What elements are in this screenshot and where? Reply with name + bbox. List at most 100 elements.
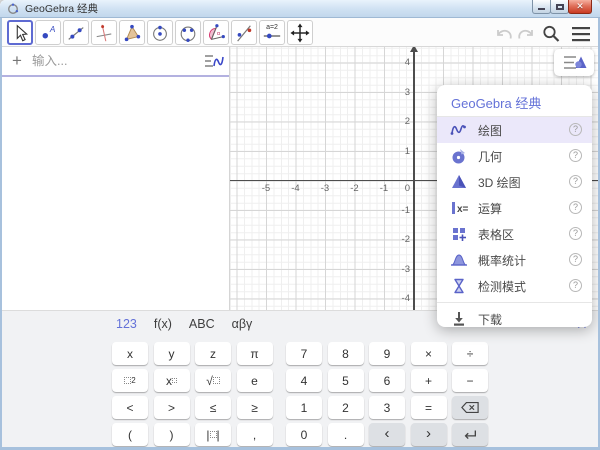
search-button[interactable] [540,25,562,43]
svg-text:α: α [217,30,220,36]
key-e[interactable]: e [237,369,273,392]
polygon-tool-button[interactable] [119,20,145,45]
point-icon: A [38,23,58,43]
title-bar[interactable]: GeoGebra 经典 ✕ [0,0,600,18]
key-7[interactable]: 7 [286,342,322,365]
x-tick-label: -5 [257,183,275,194]
line-tool-button[interactable] [63,20,89,45]
menu-item-graphing[interactable]: 绘图? [437,117,592,143]
slider-tool-button[interactable]: a=2 [259,20,285,45]
menu-item-geometry[interactable]: 几何? [437,143,592,169]
key-pow[interactable]: x [154,369,190,392]
add-input-button[interactable]: + [2,51,32,71]
key-plus[interactable]: + [411,369,447,392]
input-options-button[interactable] [199,53,229,69]
conic-points-icon [178,23,198,43]
key-6[interactable]: 6 [369,369,405,392]
keyboard-tab-abc[interactable]: ABC [189,317,215,331]
move-tool-button[interactable] [7,20,33,45]
help-icon[interactable]: ? [569,123,582,136]
help-icon[interactable]: ? [569,149,582,162]
key-sq[interactable]: 2 [112,369,148,392]
key-minus[interactable]: − [452,369,488,392]
help-icon[interactable]: ? [569,227,582,240]
key-sqrt[interactable]: √ [195,369,231,392]
key-eq[interactable]: = [411,396,447,419]
y-tick-label: 2 [390,116,410,127]
key-lparen[interactable]: ( [112,423,148,446]
menu-item-label: 运算 [478,200,502,217]
key-ge[interactable]: ≥ [237,396,273,419]
undo-icon [495,27,515,42]
minimize-button[interactable] [532,0,551,14]
key-backspace[interactable] [452,396,488,419]
graphing-icon [450,121,468,139]
redo-button[interactable] [514,25,536,43]
maximize-button[interactable] [550,0,569,14]
undo-button[interactable] [494,25,516,43]
key-comma[interactable]: , [237,423,273,446]
download-icon [450,310,468,328]
keyboard-tab-fx[interactable]: f(x) [154,317,172,331]
y-tick-label: -2 [390,234,410,245]
key-3[interactable]: 3 [369,396,405,419]
help-icon[interactable]: ? [569,279,582,292]
x-tick-label: -2 [346,183,364,194]
key-abs[interactable]: || [195,423,231,446]
help-icon[interactable]: ? [569,253,582,266]
close-button[interactable]: ✕ [568,0,592,14]
reflect-tool-button[interactable] [231,20,257,45]
key-lt[interactable]: < [112,396,148,419]
probability-icon [450,251,468,269]
x-tick-label: -1 [375,183,393,194]
point-tool-button[interactable]: A [35,20,61,45]
key-5[interactable]: 5 [328,369,364,392]
keyboard-tab-[interactable]: αβγ [232,317,253,331]
key-pi[interactable]: π [237,342,273,365]
graphics-stylebar-button[interactable] [554,49,594,76]
key-4[interactable]: 4 [286,369,322,392]
key-rparen[interactable]: ) [154,423,190,446]
key-le[interactable]: ≤ [195,396,231,419]
reflect-line-icon [234,23,254,43]
main-menu-button[interactable] [570,25,592,43]
key-1[interactable]: 1 [286,396,322,419]
x-tick-label: -3 [316,183,334,194]
key-dot[interactable]: . [328,423,364,446]
key-gt[interactable]: > [154,396,190,419]
menu-item-probability[interactable]: 概率统计? [437,247,592,273]
key-divide[interactable]: ÷ [452,342,488,365]
help-icon[interactable]: ? [569,175,582,188]
help-icon[interactable]: ? [569,201,582,214]
algebra-input[interactable] [32,54,199,68]
key-9[interactable]: 9 [369,342,405,365]
key-2[interactable]: 2 [328,396,364,419]
key-times[interactable]: × [411,342,447,365]
cursor-icon [10,23,30,43]
origin-label: 0 [396,183,410,194]
menu-item-exam[interactable]: 检测模式? [437,273,592,299]
menu-item-download[interactable]: 下载 [437,306,592,332]
key-y[interactable]: y [154,342,190,365]
keyboard-tab-123[interactable]: 123 [116,317,137,331]
key-8[interactable]: 8 [328,342,364,365]
key-right[interactable]: › [411,423,447,446]
perpendicular-line-tool-button[interactable] [91,20,117,45]
app-menu-panel: GeoGebra 经典 绘图?几何?3D 绘图?x=运算?表格区?概率统计?检测… [437,85,592,327]
menu-item-graphing3d[interactable]: 3D 绘图? [437,169,592,195]
key-z[interactable]: z [195,342,231,365]
key-enter[interactable] [452,423,488,446]
key-x[interactable]: x [112,342,148,365]
circle-tool-button[interactable] [147,20,173,45]
menu-item-spreadsheet[interactable]: 表格区? [437,221,592,247]
line-icon [66,23,86,43]
circle-center-icon [150,23,170,43]
key-left[interactable]: ‹ [369,423,405,446]
menu-item-cas[interactable]: x=运算? [437,195,592,221]
conic-tool-button[interactable] [175,20,201,45]
slider-label: a=2 [262,24,282,31]
angle-tool-button[interactable]: α [203,20,229,45]
pan-view-tool-button[interactable] [287,20,313,45]
stylebar-icon [561,53,588,72]
key-0[interactable]: 0 [286,423,322,446]
